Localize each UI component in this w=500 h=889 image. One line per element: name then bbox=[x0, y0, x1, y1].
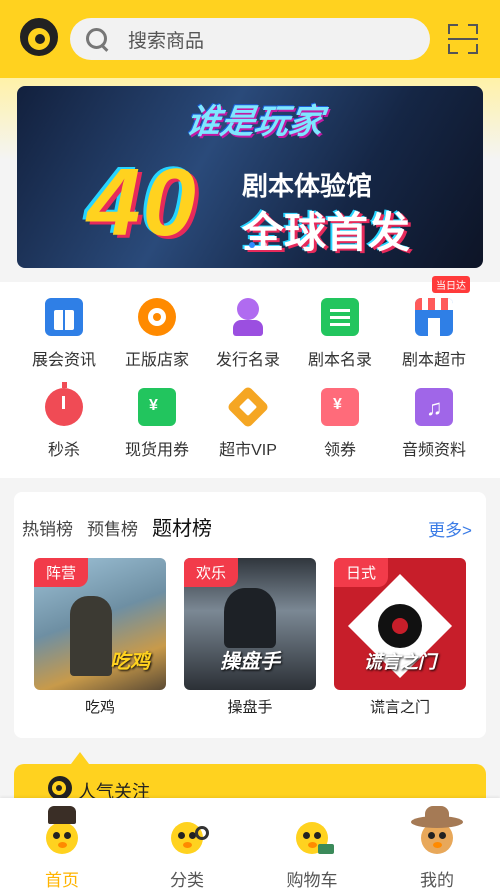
category-vip[interactable]: 超市VIP bbox=[198, 385, 298, 460]
red-envelope-icon: ¥ bbox=[321, 388, 359, 426]
category-mascot-icon bbox=[167, 812, 209, 856]
cart-mascot-icon bbox=[292, 812, 334, 856]
ranking-item[interactable]: 阵营 吃鸡 吃鸡 bbox=[34, 558, 166, 717]
category-licensed-stores[interactable]: 正版店家 bbox=[107, 298, 207, 370]
cover-title: 谎言之门 bbox=[364, 652, 436, 672]
book-cover: 阵营 吃鸡 bbox=[34, 558, 166, 690]
category-label: 展会资讯 bbox=[31, 352, 96, 369]
nav-label: 购物车 bbox=[286, 871, 338, 889]
nav-label: 分类 bbox=[170, 871, 204, 889]
category-publishers[interactable]: 发行名录 bbox=[198, 298, 298, 370]
genre-tag: 阵营 bbox=[34, 558, 89, 587]
more-link[interactable]: 更多> bbox=[428, 516, 472, 541]
ranking-item[interactable]: 日式 谎言之门 谎言之门 bbox=[334, 558, 466, 717]
app-logo-icon[interactable] bbox=[20, 18, 58, 56]
category-label: 音频资料 bbox=[401, 442, 466, 459]
category-label: 超市VIP bbox=[219, 442, 277, 459]
ranking-item[interactable]: 欢乐 操盘手 操盘手 bbox=[184, 558, 316, 717]
stopwatch-icon bbox=[45, 382, 83, 426]
script-clipboard-icon bbox=[321, 298, 359, 336]
nav-cart[interactable]: 购物车 bbox=[262, 798, 362, 889]
category-get-coupons[interactable]: ¥ 领券 bbox=[290, 388, 390, 460]
music-note-icon: ♫ bbox=[415, 388, 453, 426]
nav-category[interactable]: 分类 bbox=[137, 798, 237, 889]
category-label: 正版店家 bbox=[124, 352, 189, 369]
banner-title: 谁是玩家 bbox=[183, 103, 326, 141]
brand-logo-icon bbox=[48, 776, 72, 800]
category-label: 发行名录 bbox=[215, 352, 280, 369]
book-name: 操盘手 bbox=[227, 699, 273, 716]
tab-theme[interactable]: 题材榜 bbox=[152, 512, 212, 541]
book-cover: 欢乐 操盘手 bbox=[184, 558, 316, 690]
category-label: 领券 bbox=[323, 442, 356, 459]
nav-profile[interactable]: 我的 bbox=[387, 798, 487, 889]
category-exhibition[interactable]: 展会资讯 bbox=[14, 298, 114, 370]
category-grid: 展会资讯 正版店家 发行名录 剧本名录 剧本超市 当日达 秒杀 ¥ 现货用券 超… bbox=[0, 276, 500, 478]
tab-hot-sales[interactable]: 热销榜 bbox=[22, 515, 73, 540]
bottom-nav: 首页 分类 购物车 我的 bbox=[0, 798, 500, 889]
banner-line1: 剧本体验馆 bbox=[242, 171, 373, 201]
book-cover: 日式 谎言之门 bbox=[334, 558, 466, 690]
category-script-catalog[interactable]: 剧本名录 bbox=[290, 298, 390, 370]
category-label: 剧本名录 bbox=[307, 352, 372, 369]
banner-pagination bbox=[249, 242, 267, 248]
genre-tag: 日式 bbox=[334, 558, 389, 587]
vip-crown-icon bbox=[226, 385, 270, 429]
category-script-supermarket[interactable]: 剧本超市 bbox=[384, 298, 484, 370]
banner-number: 40 bbox=[87, 149, 198, 256]
cover-title: 操盘手 bbox=[220, 651, 280, 673]
ranking-card: 热销榜 预售榜 题材榜 更多> 阵营 吃鸡 吃鸡 欢乐 操盘手 操盘手 日式 谎… bbox=[14, 492, 486, 738]
nav-label: 我的 bbox=[420, 871, 454, 889]
publisher-user-icon bbox=[229, 298, 267, 336]
scan-icon[interactable] bbox=[448, 24, 478, 54]
banner-line2: 全球首发 bbox=[242, 209, 411, 256]
search-input[interactable]: 搜索商品 bbox=[128, 26, 204, 53]
section-pointer bbox=[71, 752, 89, 764]
cover-title: 吃鸡 bbox=[110, 651, 150, 673]
nav-label: 首页 bbox=[45, 871, 79, 889]
exhibition-icon bbox=[45, 298, 83, 336]
store-logo-icon bbox=[138, 298, 176, 336]
category-label: 秒杀 bbox=[47, 442, 80, 459]
coupon-ticket-icon: ¥ bbox=[138, 388, 176, 426]
promo-banner[interactable]: 谁是玩家 40 剧本体验馆 全球首发 bbox=[17, 86, 483, 268]
category-stock-coupon[interactable]: ¥ 现货用券 bbox=[107, 388, 207, 460]
supermarket-icon bbox=[415, 298, 453, 336]
tab-presale[interactable]: 预售榜 bbox=[87, 515, 138, 540]
same-day-badge: 当日达 bbox=[432, 276, 470, 293]
category-label: 剧本超市 bbox=[401, 352, 466, 369]
book-name: 谎言之门 bbox=[369, 699, 430, 716]
category-audio[interactable]: ♫ 音频资料 bbox=[384, 388, 484, 460]
home-mascot-icon bbox=[42, 806, 82, 856]
nav-home[interactable]: 首页 bbox=[12, 798, 112, 889]
search-bar[interactable]: 搜索商品 bbox=[70, 18, 430, 60]
ranking-tabs: 热销榜 预售榜 题材榜 bbox=[22, 512, 212, 541]
category-label: 现货用券 bbox=[124, 442, 189, 459]
genre-tag: 欢乐 bbox=[184, 558, 239, 587]
book-name: 吃鸡 bbox=[84, 699, 115, 716]
profile-mascot-icon bbox=[411, 806, 463, 856]
search-icon bbox=[86, 28, 108, 50]
category-flash-sale[interactable]: 秒杀 bbox=[14, 382, 114, 460]
